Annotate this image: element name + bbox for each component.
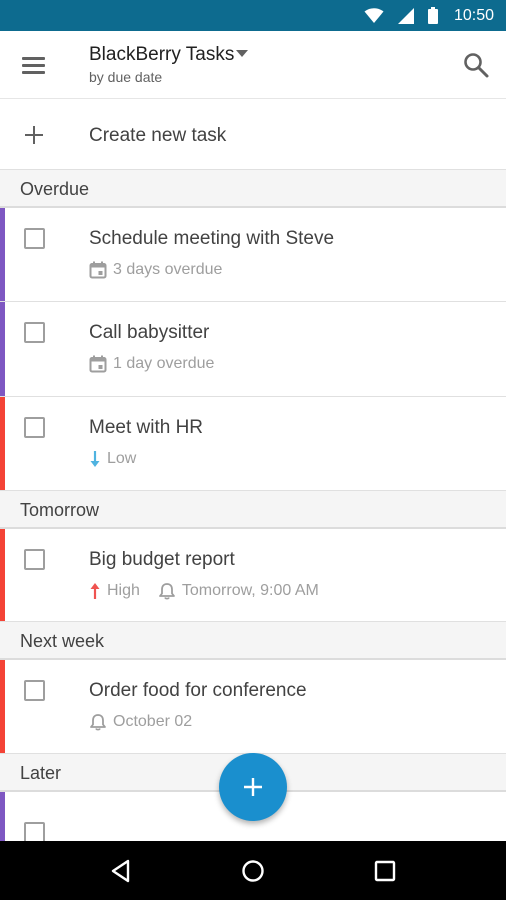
- category-color-bar: [0, 302, 5, 396]
- task-item[interactable]: Call babysitter 1 day overdue: [0, 302, 506, 397]
- task-title: Meet with HR: [89, 417, 204, 438]
- task-title: Call babysitter: [89, 322, 210, 343]
- sort-subtitle: by due date: [89, 69, 163, 85]
- task-checkbox[interactable]: [24, 228, 45, 249]
- arrow-down-icon: [89, 450, 101, 468]
- create-task-button[interactable]: Create new task: [0, 100, 506, 170]
- section-header-tomorrow: Tomorrow: [0, 491, 506, 529]
- clock: 10:50: [453, 6, 494, 24]
- wifi-icon: [364, 7, 384, 23]
- arrow-up-icon: [89, 582, 101, 600]
- task-checkbox[interactable]: [24, 680, 45, 701]
- task-item[interactable]: Schedule meeting with Steve 3 days overd…: [0, 208, 506, 302]
- dropdown-caret-icon: [236, 50, 249, 58]
- reminder-time: Tomorrow, 9:00 AM: [181, 582, 319, 599]
- section-title: Next week: [20, 631, 105, 651]
- section-title: Later: [20, 763, 62, 783]
- task-item[interactable]: Big budget report High Tomorrow, 9:00 AM: [0, 529, 506, 622]
- bell-icon: [89, 713, 107, 731]
- reminder-date: October 02: [113, 713, 193, 730]
- task-checkbox[interactable]: [24, 549, 45, 570]
- category-color-bar: [0, 660, 5, 753]
- search-icon[interactable]: [462, 51, 490, 79]
- category-color-bar: [0, 529, 5, 621]
- task-title: Schedule meeting with Steve: [89, 228, 335, 249]
- task-item[interactable]: Meet with HR Low: [0, 397, 506, 491]
- section-header-next-week: Next week: [0, 622, 506, 660]
- cell-signal-icon: [397, 7, 414, 24]
- status-bar: 10:50: [0, 0, 506, 31]
- calendar-icon: [89, 261, 107, 279]
- priority-label: Low: [107, 450, 137, 467]
- task-title: Order food for conference: [89, 680, 307, 701]
- task-checkbox[interactable]: [24, 822, 45, 843]
- task-checkbox[interactable]: [24, 322, 45, 343]
- app-title: BlackBerry Tasks: [89, 44, 235, 65]
- section-header-overdue: Overdue: [0, 170, 506, 208]
- recents-icon[interactable]: [371, 857, 399, 885]
- menu-icon[interactable]: [20, 53, 48, 77]
- back-icon[interactable]: [107, 857, 135, 885]
- plus-icon: [244, 778, 262, 796]
- priority-label: High: [107, 582, 140, 599]
- due-status: 1 day overdue: [113, 355, 215, 372]
- app-bar: BlackBerry Tasks by due date: [0, 31, 506, 99]
- battery-icon: [427, 7, 438, 24]
- task-checkbox[interactable]: [24, 417, 45, 438]
- add-task-fab[interactable]: [219, 753, 287, 821]
- system-nav-bar: [0, 841, 506, 900]
- list-selector[interactable]: BlackBerry Tasks by due date: [89, 44, 249, 85]
- home-icon[interactable]: [239, 857, 267, 885]
- create-task-label: Create new task: [89, 125, 227, 146]
- plus-icon: [25, 126, 43, 144]
- task-title: Big budget report: [89, 549, 235, 570]
- section-title: Overdue: [20, 179, 90, 199]
- section-title: Tomorrow: [20, 500, 100, 520]
- task-item[interactable]: Order food for conference October 02: [0, 660, 506, 754]
- bell-icon: [158, 582, 176, 600]
- category-color-bar: [0, 208, 5, 301]
- due-status: 3 days overdue: [113, 261, 223, 278]
- calendar-icon: [89, 355, 107, 373]
- category-color-bar: [0, 397, 5, 490]
